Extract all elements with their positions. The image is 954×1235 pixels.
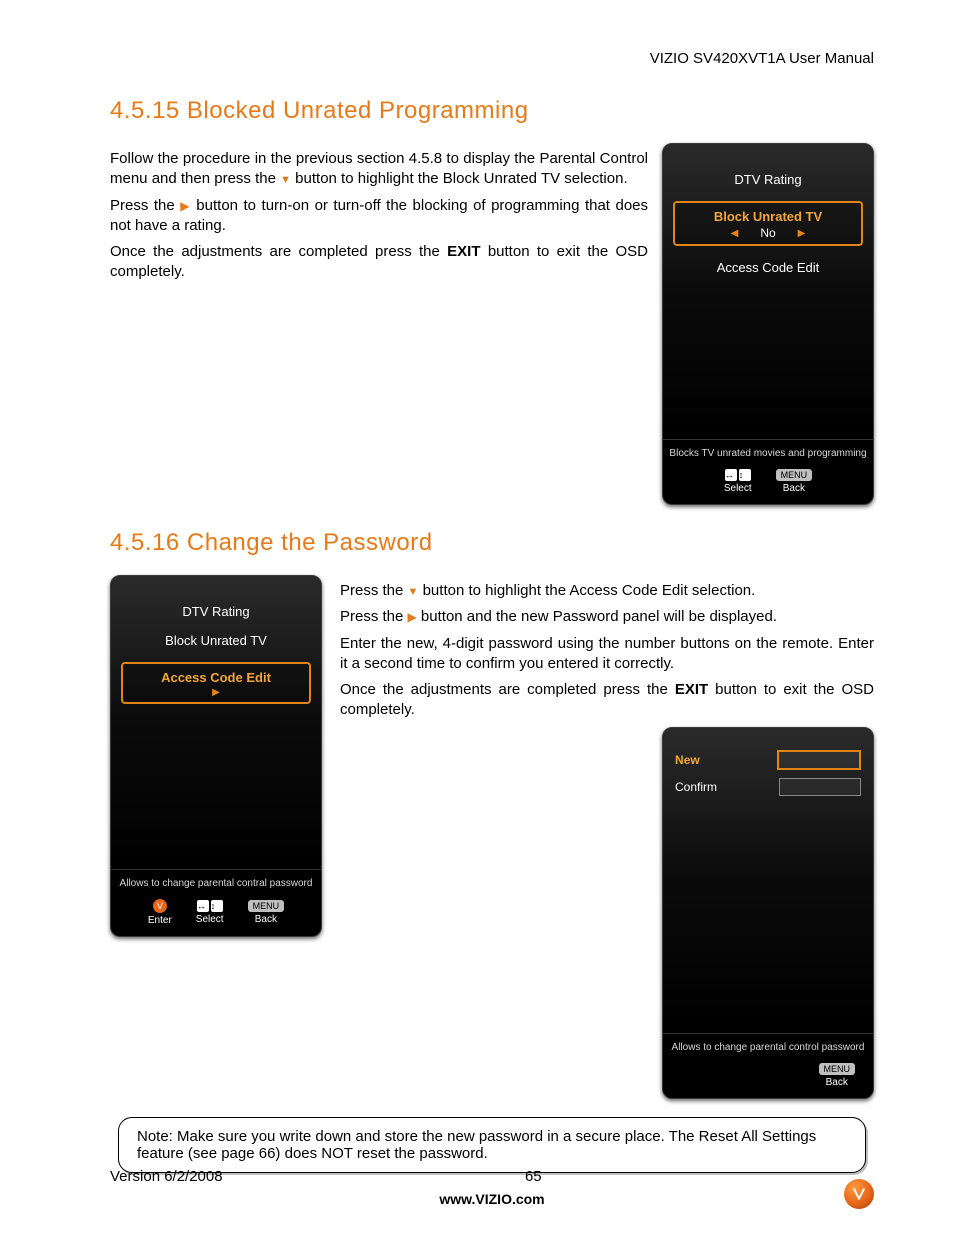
section-heading-blocked-unrated: 4.5.15 Blocked Unrated Programming [110,97,874,125]
footer-url: www.VIZIO.com [110,1191,874,1207]
page-footer: Version 6/2/2008 65 www.VIZIO.com [110,1168,874,1207]
doc-title: VIZIO SV420XVT1A User Manual [110,50,874,67]
enter-icon: V [153,899,167,913]
osd-item-block-unrated[interactable]: Block Unrated TV ◀ No ▶ [673,201,863,246]
osd-nav: MENU Back [663,1057,873,1098]
osd-block-unrated: DTV Rating Block Unrated TV ◀ No ▶ Acces… [662,143,874,505]
password-new-row[interactable]: New [675,750,861,770]
password-new-field[interactable] [777,750,861,770]
right-arrow-icon: ▶ [408,610,417,624]
menu-pill-icon: MENU [776,469,813,481]
osd-nav: ↔↕ Select MENU Back [663,463,873,504]
osd-hint: Blocks TV unrated movies and programming [663,439,873,463]
paragraph: Once the adjustments are completed press… [110,242,648,283]
osd-hint: Allows to change parental contral passwo… [111,869,321,893]
password-confirm-field[interactable] [779,778,861,796]
version-text: Version 6/2/2008 [110,1168,223,1185]
osd-value-no: No [760,226,775,240]
osd-password-entry: New Confirm Allows to change parental co… [662,727,874,1099]
select-arrows-icon: ↔↕ [725,469,751,481]
menu-pill-icon: MENU [248,900,285,912]
password-confirm-row[interactable]: Confirm [675,778,861,796]
left-arrow-icon[interactable]: ◀ [731,228,739,239]
right-arrow-icon[interactable]: ▶ [798,228,806,239]
right-arrow-icon: ▶ [180,199,191,213]
paragraph: Enter the new, 4-digit password using th… [340,634,874,675]
paragraph: Follow the procedure in the previous sec… [110,149,648,190]
note-box: Note: Make sure you write down and store… [118,1117,866,1173]
section-number: 4.5.16 [110,529,180,556]
section-title-text: Blocked Unrated Programming [187,97,529,124]
vizio-logo-icon [844,1179,874,1209]
down-arrow-icon: ▼ [408,586,419,598]
paragraph: Press the ▼ button to highlight the Acce… [340,581,874,601]
section-heading-change-password: 4.5.16 Change the Password [110,529,874,557]
select-arrows-icon: ↔↕ [197,900,223,912]
osd-access-code: DTV Rating Block Unrated TV Access Code … [110,575,322,937]
paragraph: Once the adjustments are completed press… [340,680,874,721]
osd-item-block-unrated[interactable]: Block Unrated TV [121,633,311,648]
page-number: 65 [525,1168,542,1185]
paragraph: Press the ▶ button to turn-on or turn-of… [110,196,648,237]
section-number: 4.5.15 [110,97,180,124]
osd-item-access-code[interactable]: Access Code Edit [673,260,863,275]
paragraph: Press the ▶ button and the new Password … [340,607,874,627]
section-title-text: Change the Password [187,529,433,556]
osd-item-access-code[interactable]: Access Code Edit ▶ [121,662,311,704]
right-arrow-icon[interactable]: ▶ [212,687,220,698]
osd-item-dtv-rating[interactable]: DTV Rating [121,604,311,619]
osd-item-dtv-rating[interactable]: DTV Rating [673,172,863,187]
osd-nav: V Enter ↔↕ Select MENU Back [111,893,321,936]
osd-hint: Allows to change parental control passwo… [663,1033,873,1057]
menu-pill-icon: MENU [819,1063,856,1075]
down-arrow-icon: ▼ [280,174,291,186]
